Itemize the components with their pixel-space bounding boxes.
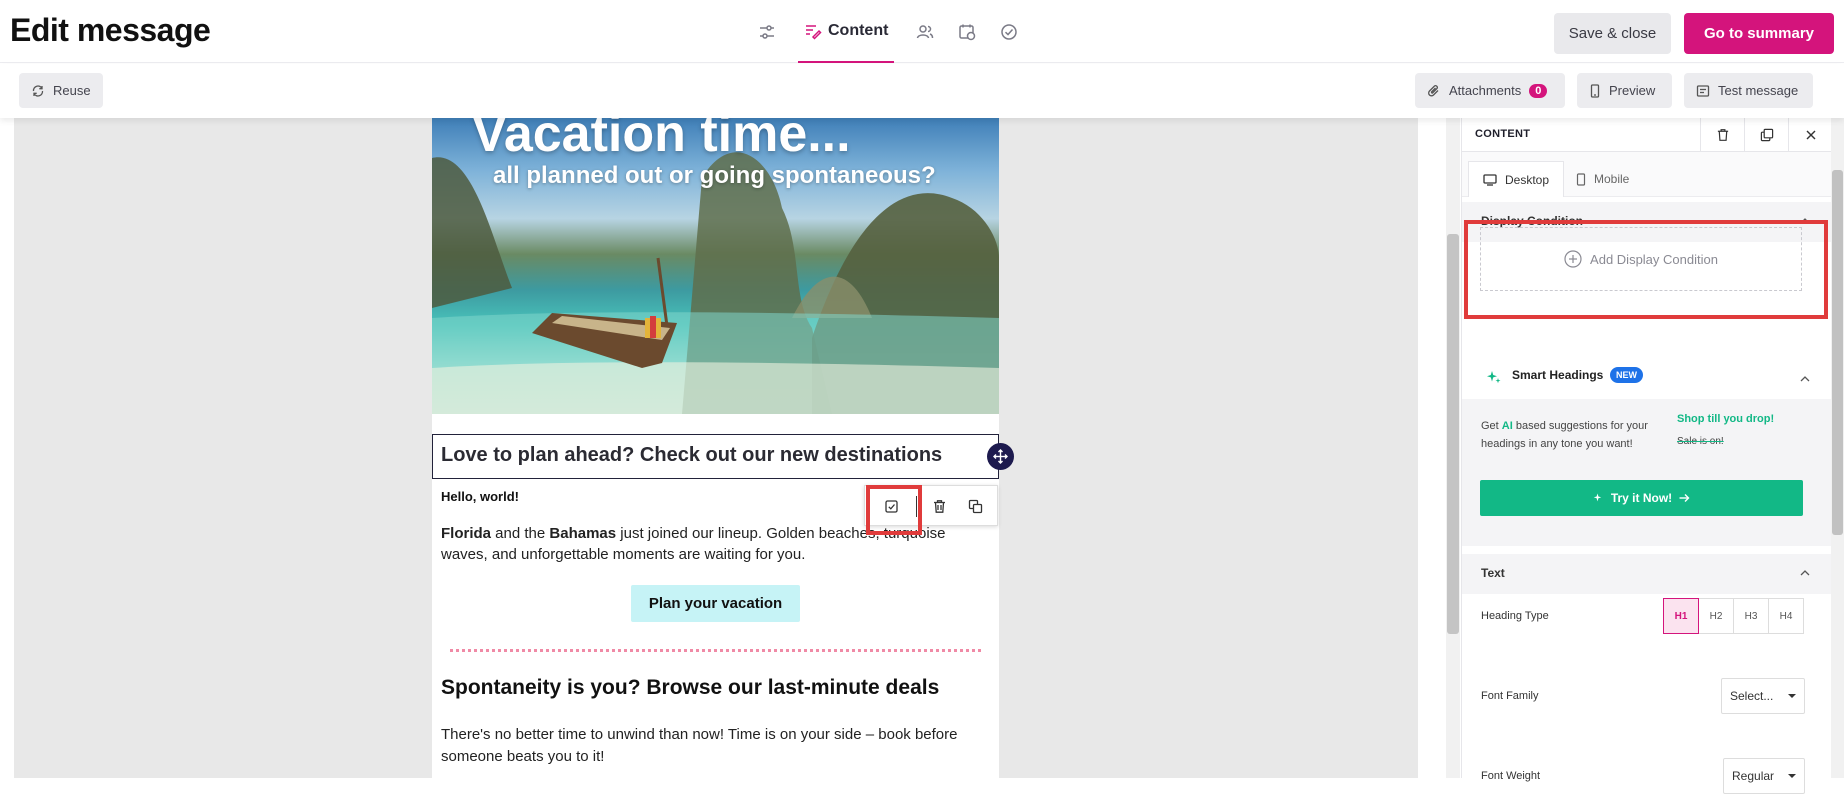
- font-family-select[interactable]: Select...: [1721, 678, 1805, 714]
- paperclip-icon: [1428, 84, 1439, 96]
- schedule-calendar-icon[interactable]: [956, 21, 978, 43]
- content-edit-icon: [806, 24, 822, 40]
- preview-label: Preview: [1609, 83, 1656, 98]
- heading-type-h1[interactable]: H1: [1663, 598, 1699, 634]
- test-message-label: Test message: [1718, 83, 1799, 98]
- tab-desktop[interactable]: Desktop: [1468, 161, 1565, 197]
- plan-vacation-button[interactable]: Plan your vacation: [631, 585, 800, 622]
- caret-down-icon: [1788, 694, 1796, 698]
- arrow-right-icon: [1679, 494, 1690, 502]
- audience-users-icon[interactable]: [914, 21, 936, 43]
- tab-mobile[interactable]: Mobile: [1562, 161, 1643, 197]
- save-close-button[interactable]: Save & close: [1554, 13, 1671, 54]
- smart-headings-section[interactable]: Smart Headings NEW: [1462, 359, 1832, 399]
- hero-image[interactable]: Vacation time... all planned out or goin…: [432, 118, 999, 414]
- para-text-1: and the: [491, 525, 550, 542]
- duplicate-icon[interactable]: [1744, 118, 1788, 152]
- font-family-label: Font Family: [1481, 690, 1539, 702]
- sparkle-icon: [1593, 493, 1602, 502]
- heading-type-selector: H1 H2 H3 H4: [1663, 598, 1804, 634]
- attachments-count-badge: 0: [1529, 83, 1548, 98]
- font-family-value: Select...: [1730, 689, 1774, 703]
- font-weight-select[interactable]: Regular: [1723, 758, 1805, 794]
- canvas-scrollbar-thumb[interactable]: [1447, 234, 1459, 634]
- sparkle-icon: [1487, 371, 1501, 384]
- mobile-icon: [1576, 172, 1586, 186]
- mobile-device-icon: [1590, 83, 1600, 98]
- sh-text-pre: Get: [1481, 420, 1502, 432]
- chevron-up-icon: [1800, 570, 1810, 576]
- duplicate-block-icon[interactable]: [965, 496, 985, 516]
- text-section[interactable]: Text: [1462, 554, 1832, 594]
- try-it-now-button[interactable]: Try it Now!: [1480, 480, 1803, 516]
- top-bar: Edit message Content Save & close Go to …: [0, 0, 1844, 63]
- tab-desktop-label: Desktop: [1505, 172, 1550, 187]
- move-handle-icon[interactable]: [987, 443, 1014, 470]
- font-weight-value: Regular: [1732, 769, 1775, 783]
- close-icon[interactable]: [1788, 118, 1832, 152]
- smart-headings-title: Smart Headings: [1512, 368, 1604, 382]
- florida-text: Florida: [441, 525, 492, 542]
- heading-type-h4[interactable]: H4: [1768, 598, 1804, 634]
- hero-subtitle: all planned out or going spontaneous?: [493, 162, 936, 189]
- reuse-icon: [32, 84, 44, 97]
- heading-type-h3[interactable]: H3: [1733, 598, 1769, 634]
- preview-button[interactable]: Preview: [1577, 73, 1672, 108]
- hero-title: Vacation time...: [472, 118, 851, 163]
- page-title: Edit message: [10, 12, 211, 48]
- font-weight-label: Font Weight: [1481, 770, 1541, 782]
- tab-content-label: Content: [828, 21, 889, 39]
- delete-block-icon[interactable]: [929, 496, 949, 516]
- editor-toolbar: Reuse Attachments 0 Preview Test message: [0, 64, 1844, 118]
- bahamas-text: Bahamas: [549, 525, 617, 542]
- summary-check-icon[interactable]: [998, 21, 1020, 43]
- email-body: Vacation time... all planned out or goin…: [432, 118, 999, 778]
- greeting-text[interactable]: Hello, world!: [441, 489, 519, 504]
- highlight-box-save-block: [866, 485, 922, 535]
- settings-sliders-icon[interactable]: [756, 21, 778, 43]
- panel-scrollbar-thumb[interactable]: [1832, 170, 1843, 535]
- step-navigation: Content: [746, 0, 1030, 63]
- caret-down-icon: [1788, 774, 1796, 778]
- reuse-button[interactable]: Reuse: [19, 73, 103, 108]
- delete-icon[interactable]: [1700, 118, 1744, 152]
- reuse-label: Reuse: [53, 83, 91, 98]
- chevron-up-icon: [1800, 376, 1810, 382]
- panel-title: CONTENT: [1475, 128, 1531, 140]
- new-badge: NEW: [1610, 367, 1643, 383]
- deals-heading[interactable]: Spontaneity is you? Browse our last-minu…: [441, 676, 939, 700]
- text-section-title: Text: [1481, 566, 1505, 580]
- try-it-now-label: Try it Now!: [1610, 491, 1673, 505]
- dotted-divider: [450, 649, 981, 652]
- smart-headings-description: Get AI based suggestions for your headin…: [1481, 417, 1666, 453]
- selected-heading-block[interactable]: Love to plan ahead? Check out our new de…: [432, 434, 999, 479]
- highlight-box-display-condition: [1464, 220, 1828, 319]
- sh-text-ai: AI: [1501, 420, 1513, 432]
- attachments-label: Attachments: [1449, 83, 1522, 98]
- test-message-icon: [1696, 84, 1710, 97]
- smart-headings-example-old: Sale is on!: [1677, 436, 1724, 447]
- tab-content[interactable]: Content: [798, 1, 895, 63]
- attachments-button[interactable]: Attachments 0: [1415, 73, 1565, 108]
- smart-headings-example-new: Shop till you drop!: [1677, 413, 1775, 425]
- heading-type-label: Heading Type: [1481, 610, 1549, 622]
- smart-headings-body: Get AI based suggestions for your headin…: [1462, 399, 1832, 546]
- content-properties-panel: CONTENT Desktop Mobile Display Condition…: [1461, 118, 1832, 794]
- test-message-button[interactable]: Test message: [1684, 73, 1813, 108]
- heading-type-h2[interactable]: H2: [1698, 598, 1734, 634]
- panel-header: CONTENT: [1462, 118, 1832, 152]
- go-to-summary-button[interactable]: Go to summary: [1684, 13, 1834, 54]
- desktop-icon: [1483, 173, 1497, 186]
- deals-paragraph[interactable]: There's no better time to unwind than no…: [441, 724, 989, 768]
- tab-mobile-label: Mobile: [1594, 172, 1630, 186]
- device-tabs: Desktop Mobile: [1462, 152, 1832, 197]
